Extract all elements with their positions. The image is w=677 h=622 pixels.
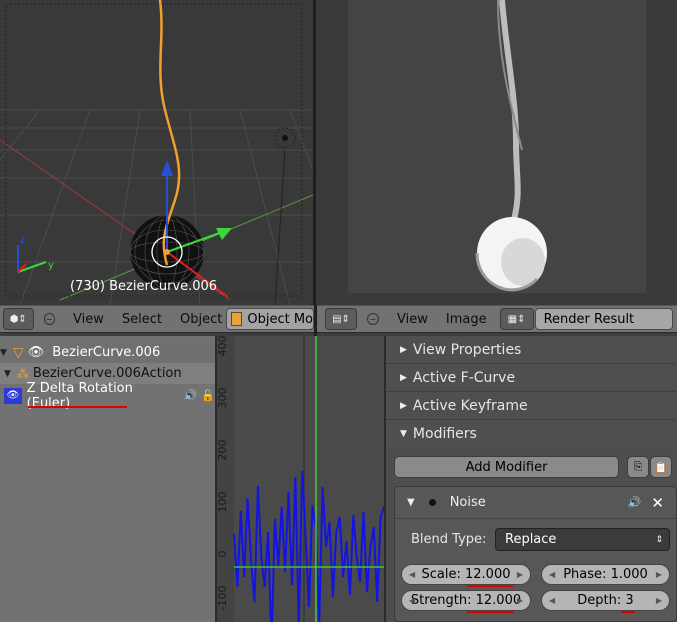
collapse-triangle-icon[interactable]: ▼ (4, 369, 11, 379)
copy-modifiers-icon[interactable]: ⎘ (627, 456, 649, 478)
curve-object-icon: ▽ (12, 344, 24, 361)
decrement-arrow-icon[interactable]: ◀ (409, 596, 415, 605)
increment-arrow-icon[interactable]: ▶ (517, 596, 523, 605)
decrement-arrow-icon[interactable]: ◀ (409, 570, 415, 579)
panel-active-keyframe[interactable]: ▶ Active Keyframe (386, 392, 677, 420)
y-tick-label: 100 (217, 492, 229, 513)
channel-label: BezierCurve.006 (52, 345, 161, 360)
channel-list: ▼ ▽ 👁 BezierCurve.006 ▼ ⁂ BezierCurve.00… (0, 336, 215, 622)
channel-label: BezierCurve.006Action (32, 366, 182, 381)
viewport-3d-scene: z y (0, 0, 313, 305)
phase-field[interactable]: ◀ Phase: 1.000 ▶ (541, 564, 670, 585)
mode-dropdown[interactable]: Object Mo (226, 308, 314, 330)
noise-fcurve[interactable] (233, 470, 384, 622)
annotation-underline (621, 611, 635, 613)
svg-text:z: z (20, 235, 25, 246)
expand-triangle-icon: ▶ (400, 344, 407, 355)
close-icon[interactable]: ✕ (651, 494, 664, 512)
object-cube-icon (231, 312, 243, 326)
strength-field[interactable]: ◀ Strength: 12.000 ▶ (401, 590, 531, 611)
blend-type-dropdown[interactable]: Replace ⇕ (495, 528, 670, 551)
scale-field[interactable]: ◀ Scale: 12.000 ▶ (401, 564, 531, 585)
channel-object-row[interactable]: ▼ ▽ 👁 BezierCurve.006 (0, 342, 215, 363)
annotation-underline (467, 585, 513, 587)
header-image-editor: ▤⇕ − View Image ▦⇕ Render Result (317, 305, 677, 333)
menu-view[interactable]: View (387, 312, 437, 327)
field-label: Phase: (563, 567, 607, 582)
collapse-icon[interactable]: − (367, 313, 379, 325)
field-value: 1.000 (610, 567, 648, 582)
menu-select[interactable]: Select (113, 312, 171, 327)
collapse-triangle-icon[interactable]: ▼ (407, 497, 415, 508)
lock-icon[interactable]: 🔓 (201, 389, 215, 402)
panel-title: Active Keyframe (412, 397, 528, 414)
modifier-name: Noise (449, 495, 486, 510)
graph-svg: 400 300 200 100 0 -100 (217, 336, 384, 622)
chevron-updown-icon: ⇕ (655, 534, 663, 545)
field-label: Scale: (421, 567, 461, 582)
panel-title: View Properties (412, 341, 522, 358)
viewport-3d[interactable]: z y (730) BezierCurve.006 (0, 0, 313, 305)
editor-type-menu[interactable]: ▤⇕ (325, 308, 357, 330)
increment-arrow-icon[interactable]: ▶ (656, 570, 662, 579)
object-info-text: (730) BezierCurve.006 (70, 279, 218, 294)
y-tick-label: 400 (217, 336, 229, 357)
annotation-underline (28, 406, 127, 408)
decrement-arrow-icon[interactable]: ◀ (549, 596, 555, 605)
field-label: Depth: (577, 593, 622, 608)
collapse-icon[interactable]: − (43, 313, 55, 325)
collapse-triangle-icon[interactable]: ▼ (0, 348, 7, 358)
increment-arrow-icon[interactable]: ▶ (656, 596, 662, 605)
noise-modifier-box: ▼ Noise 🔊 ✕ Blend Type: Replace ⇕ ◀ Scal… (394, 486, 677, 622)
render-image (348, 0, 646, 293)
panel-view-properties[interactable]: ▶ View Properties (386, 336, 677, 364)
image-browse-icon[interactable]: ▦⇕ (499, 308, 534, 330)
paste-modifiers-icon[interactable]: 📋 (650, 456, 672, 478)
y-tick-label: -100 (217, 586, 229, 611)
blend-type-value: Replace (505, 532, 557, 547)
svg-text:y: y (48, 260, 54, 271)
menu-view[interactable]: View (63, 312, 113, 327)
y-tick-label: 0 (217, 551, 229, 558)
field-value: 3 (625, 593, 634, 608)
channel-fcurve-row[interactable]: 👁 Z Delta Rotation (Euler) 🔊 🔓 (0, 381, 215, 411)
increment-arrow-icon[interactable]: ▶ (517, 570, 523, 579)
menu-object[interactable]: Object (171, 312, 226, 327)
panel-title: Active F-Curve (412, 369, 516, 386)
speaker-icon[interactable]: 🔊 (184, 389, 198, 402)
blend-type-label: Blend Type: (411, 532, 487, 547)
mute-toggle-icon[interactable] (428, 499, 436, 506)
field-value: 12.000 (475, 593, 522, 608)
action-icon: ⁂ (16, 366, 29, 381)
annotation-underline (467, 611, 513, 613)
properties-sidebar: ▶ View Properties ▶ Active F-Curve ▶ Active… (384, 336, 677, 622)
panel-title: Modifiers (412, 426, 477, 442)
y-tick-label: 300 (217, 388, 229, 409)
eye-icon[interactable]: 👁 (28, 345, 45, 360)
field-value: 12.000 (465, 567, 511, 582)
field-label: Strength: (410, 593, 472, 608)
header-3d-view: ⬢⇕ − View Select Object Object Mo (0, 305, 314, 333)
y-tick-label: 200 (217, 440, 229, 461)
depth-field[interactable]: ◀ Depth: 3 ▶ (541, 590, 670, 611)
graph-editor-canvas[interactable]: 400 300 200 100 0 -100 (217, 336, 384, 622)
expand-triangle-icon: ▶ (400, 372, 407, 383)
render-result-viewport[interactable] (316, 0, 677, 305)
expand-triangle-icon: ▶ (400, 400, 407, 411)
editor-type-menu[interactable]: ⬢⇕ (3, 308, 34, 330)
panel-active-fcurve[interactable]: ▶ Active F-Curve (386, 364, 677, 392)
collapse-triangle-icon: ▼ (400, 429, 407, 439)
decrement-arrow-icon[interactable]: ◀ (549, 570, 555, 579)
menu-image[interactable]: Image (437, 312, 496, 327)
speaker-icon[interactable]: 🔊 (628, 496, 642, 509)
mode-label: Object Mo (247, 311, 313, 327)
modifier-header: ▼ Noise 🔊 ✕ (395, 487, 676, 519)
image-name-field[interactable]: Render Result (534, 308, 673, 330)
eye-icon[interactable]: 👁 (4, 387, 22, 404)
panel-modifiers[interactable]: ▼ Modifiers (386, 420, 677, 448)
add-modifier-button[interactable]: Add Modifier (394, 456, 619, 478)
